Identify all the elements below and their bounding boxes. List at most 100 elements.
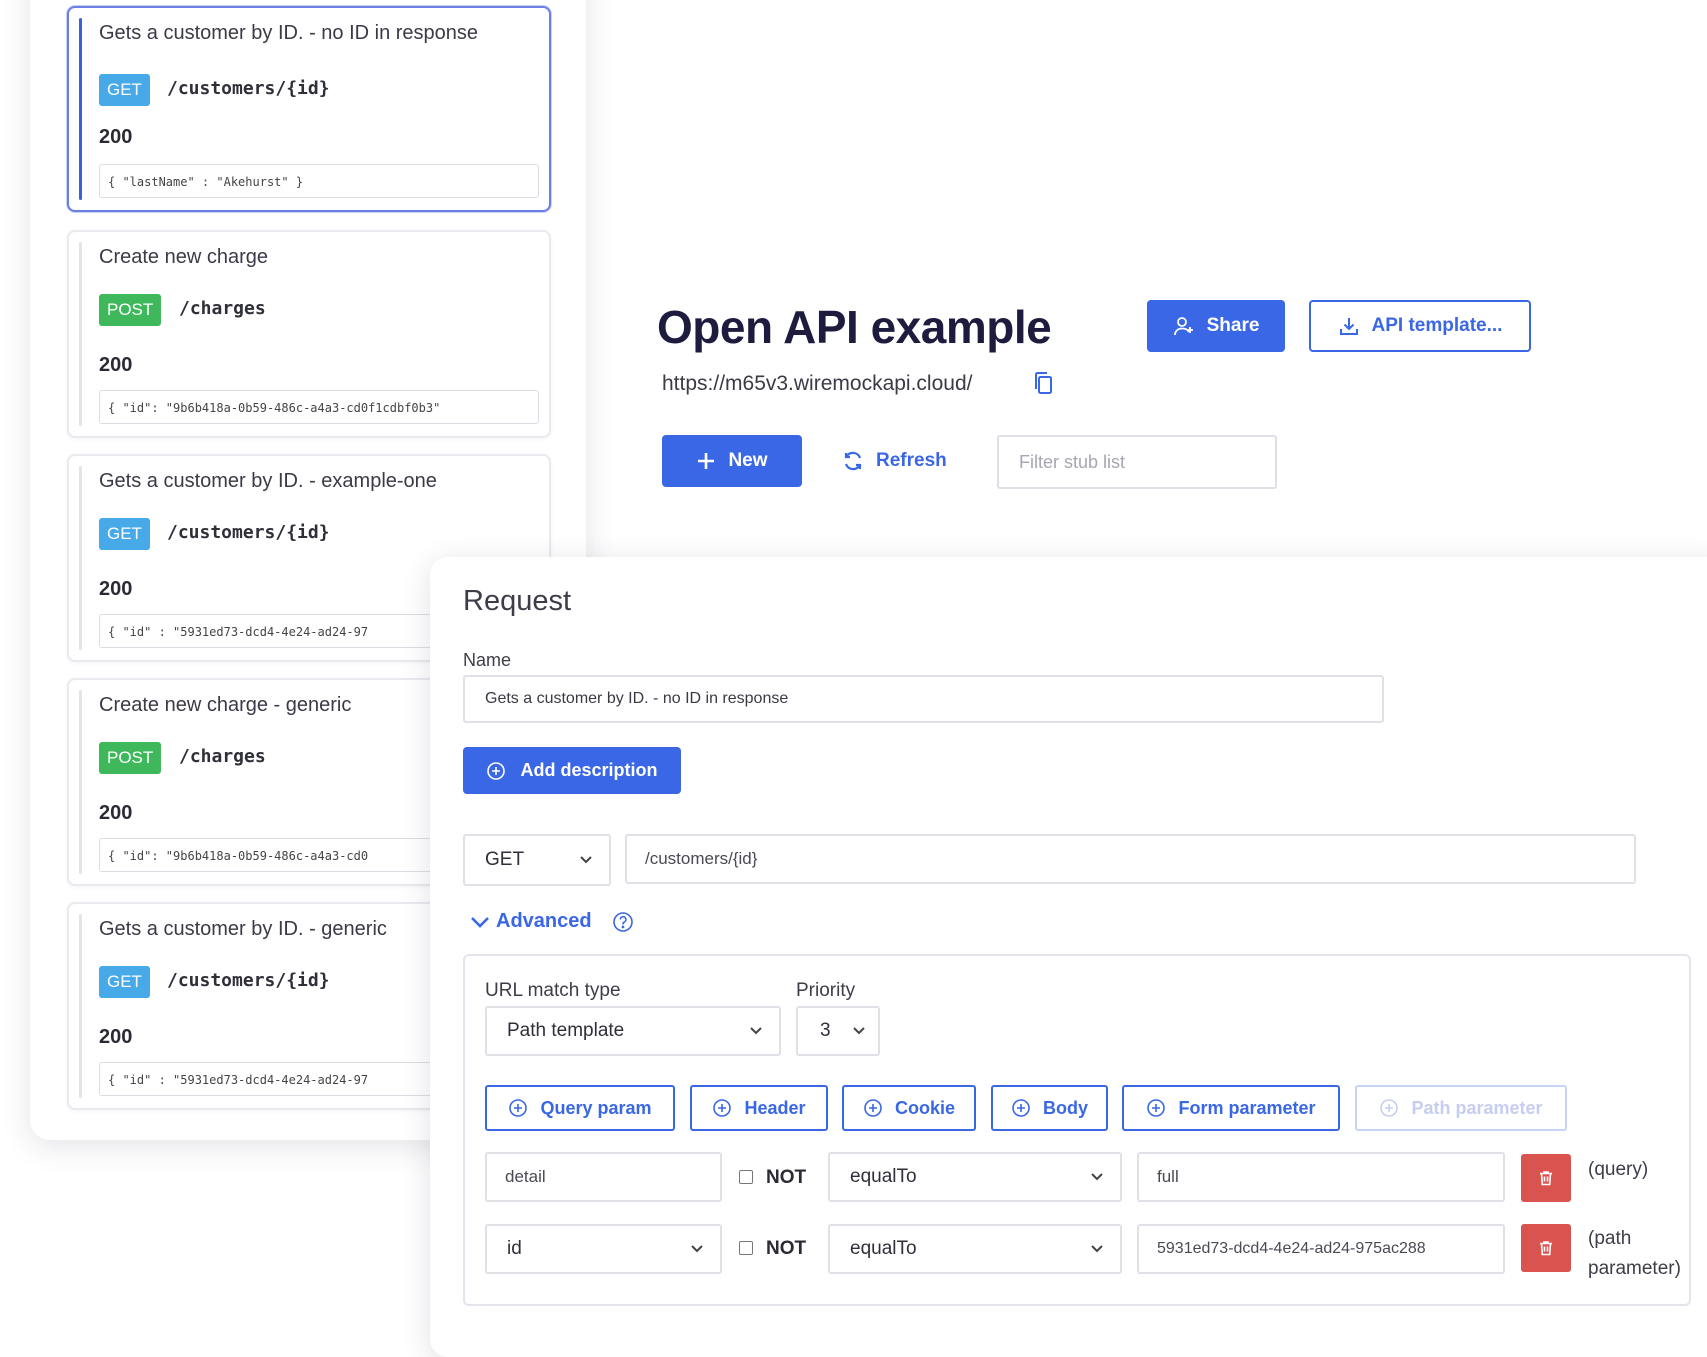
share-button[interactable]: Share — [1147, 300, 1285, 352]
url-match-type-select[interactable]: Path template — [485, 1006, 781, 1056]
add-header-button[interactable]: Header — [690, 1085, 828, 1131]
method-badge: POST — [99, 294, 162, 326]
matcher-type-note: (path parameter) — [1588, 1228, 1681, 1279]
stub-path: /customers/{id} — [167, 522, 330, 543]
add-user-icon — [1173, 317, 1193, 336]
matcher-key-value: detail — [505, 1167, 546, 1186]
chevron-down-icon — [691, 1245, 703, 1253]
matcher-value: full — [1157, 1167, 1179, 1186]
stub-status: 200 — [99, 578, 133, 600]
delete-matcher-button[interactable] — [1521, 1154, 1571, 1202]
api-template-label: API template... — [1371, 315, 1503, 336]
plus-icon — [698, 453, 715, 469]
request-heading: Request — [463, 585, 572, 617]
method-badge: POST — [99, 742, 162, 774]
stub-status: 200 — [99, 126, 133, 148]
query-param-label: Query param — [540, 1097, 652, 1118]
matcher-key-select[interactable]: id — [485, 1224, 722, 1274]
matcher-operator-value: equalTo — [850, 1166, 917, 1187]
add-body-button[interactable]: Body — [991, 1085, 1108, 1131]
api-template-button[interactable]: API template... — [1309, 300, 1531, 352]
plus-circle-icon — [1147, 1099, 1166, 1117]
matcher-operator-value: equalTo — [850, 1238, 917, 1259]
stub-card-indicator — [79, 466, 82, 650]
not-checkbox[interactable] — [739, 1170, 753, 1184]
refresh-icon — [844, 451, 862, 471]
advanced-toggle[interactable]: Advanced — [470, 910, 634, 933]
form-parameter-label: Form parameter — [1178, 1097, 1316, 1118]
stub-title: Gets a customer by ID. - generic — [99, 918, 387, 940]
matcher-value: 5931ed73-dcd4-4e24-ad24-975ac288 — [1157, 1240, 1426, 1257]
chevron-down-icon — [853, 1027, 865, 1035]
matcher-key-value: id — [507, 1238, 522, 1259]
stub-card[interactable]: Gets a customer by ID. - no ID in respon… — [67, 6, 551, 212]
method-select[interactable]: GET — [463, 834, 611, 886]
add-cookie-button[interactable]: Cookie — [842, 1085, 976, 1131]
body-label: Body — [1043, 1097, 1088, 1118]
add-description-button[interactable]: Add description — [463, 747, 681, 794]
matcher-operator-select[interactable]: equalTo — [828, 1224, 1122, 1274]
plus-circle-icon — [487, 761, 506, 780]
plus-circle-icon — [864, 1099, 882, 1117]
filter-stub-input[interactable] — [997, 435, 1277, 489]
share-label: Share — [1206, 315, 1260, 336]
new-stub-button[interactable]: New — [662, 435, 802, 487]
header-label: Header — [744, 1097, 806, 1118]
stub-card[interactable]: Create new charge POST /charges 200 { "i… — [67, 230, 551, 438]
stub-status: 200 — [99, 802, 133, 824]
matcher-type-note: (query) — [1588, 1159, 1649, 1180]
plus-circle-icon — [1380, 1099, 1399, 1117]
page-title: Open API example — [657, 301, 1052, 353]
name-input[interactable] — [463, 675, 1384, 723]
stub-path: /customers/{id} — [167, 970, 330, 991]
path-parameter-label: Path parameter — [1411, 1097, 1543, 1118]
stub-body-preview: { "id": "9b6b418a-0b59-486c-a4a3-cd0f1cd… — [99, 390, 539, 424]
not-label: NOT — [766, 1238, 807, 1259]
url-match-type-label: URL match type — [485, 980, 621, 1001]
url-match-type-value: Path template — [507, 1020, 625, 1041]
url-input-value: /customers/{id} — [645, 849, 758, 868]
advanced-label: Advanced — [496, 910, 592, 932]
not-checkbox[interactable] — [739, 1241, 753, 1255]
matcher-operator-select[interactable]: equalTo — [828, 1152, 1122, 1202]
method-badge: GET — [99, 518, 150, 550]
stub-path: /customers/{id} — [167, 78, 330, 99]
stub-title: Create new charge — [99, 246, 268, 268]
copy-icon[interactable] — [1032, 370, 1054, 396]
matcher-value-input[interactable]: 5931ed73-dcd4-4e24-ad24-975ac288 — [1137, 1224, 1505, 1274]
matcher-key-input[interactable]: detail — [485, 1152, 722, 1202]
stub-title: Gets a customer by ID. - example-one — [99, 470, 437, 492]
stub-path: /charges — [179, 298, 266, 319]
add-description-label: Add description — [520, 760, 658, 780]
plus-circle-icon — [713, 1099, 732, 1117]
stub-card-indicator — [79, 242, 82, 426]
add-query-param-button[interactable]: Query param — [485, 1085, 675, 1131]
name-label: Name — [463, 650, 512, 670]
delete-matcher-button[interactable] — [1521, 1224, 1571, 1272]
chevron-down-icon — [750, 1027, 762, 1035]
add-form-parameter-button[interactable]: Form parameter — [1122, 1085, 1340, 1131]
priority-value: 3 — [820, 1020, 831, 1041]
stub-title: Create new charge - generic — [99, 694, 352, 716]
help-icon[interactable] — [612, 911, 634, 933]
base-url: https://m65v3.wiremockapi.cloud/ — [662, 372, 973, 395]
priority-label: Priority — [796, 980, 856, 1001]
stub-path: /charges — [179, 746, 266, 767]
stub-title: Gets a customer by ID. - no ID in respon… — [99, 22, 479, 44]
method-badge: GET — [99, 74, 150, 106]
cookie-label: Cookie — [894, 1097, 955, 1118]
matcher-value-input[interactable]: full — [1137, 1152, 1505, 1202]
stub-status: 200 — [99, 1026, 133, 1048]
chevron-down-icon — [1091, 1245, 1103, 1253]
stub-body-preview: { "lastName" : "Akehurst" } — [99, 164, 539, 198]
plus-circle-icon — [509, 1099, 528, 1117]
chevron-down-icon — [1091, 1173, 1103, 1181]
method-badge: GET — [99, 966, 150, 998]
download-icon — [1339, 318, 1358, 335]
priority-select[interactable]: 3 — [796, 1006, 880, 1056]
method-select-value: GET — [485, 849, 525, 870]
trash-icon — [1540, 1241, 1552, 1256]
chevron-down-icon — [580, 856, 592, 864]
refresh-button[interactable]: Refresh — [842, 435, 947, 487]
url-input[interactable]: /customers/{id} — [625, 834, 1636, 884]
